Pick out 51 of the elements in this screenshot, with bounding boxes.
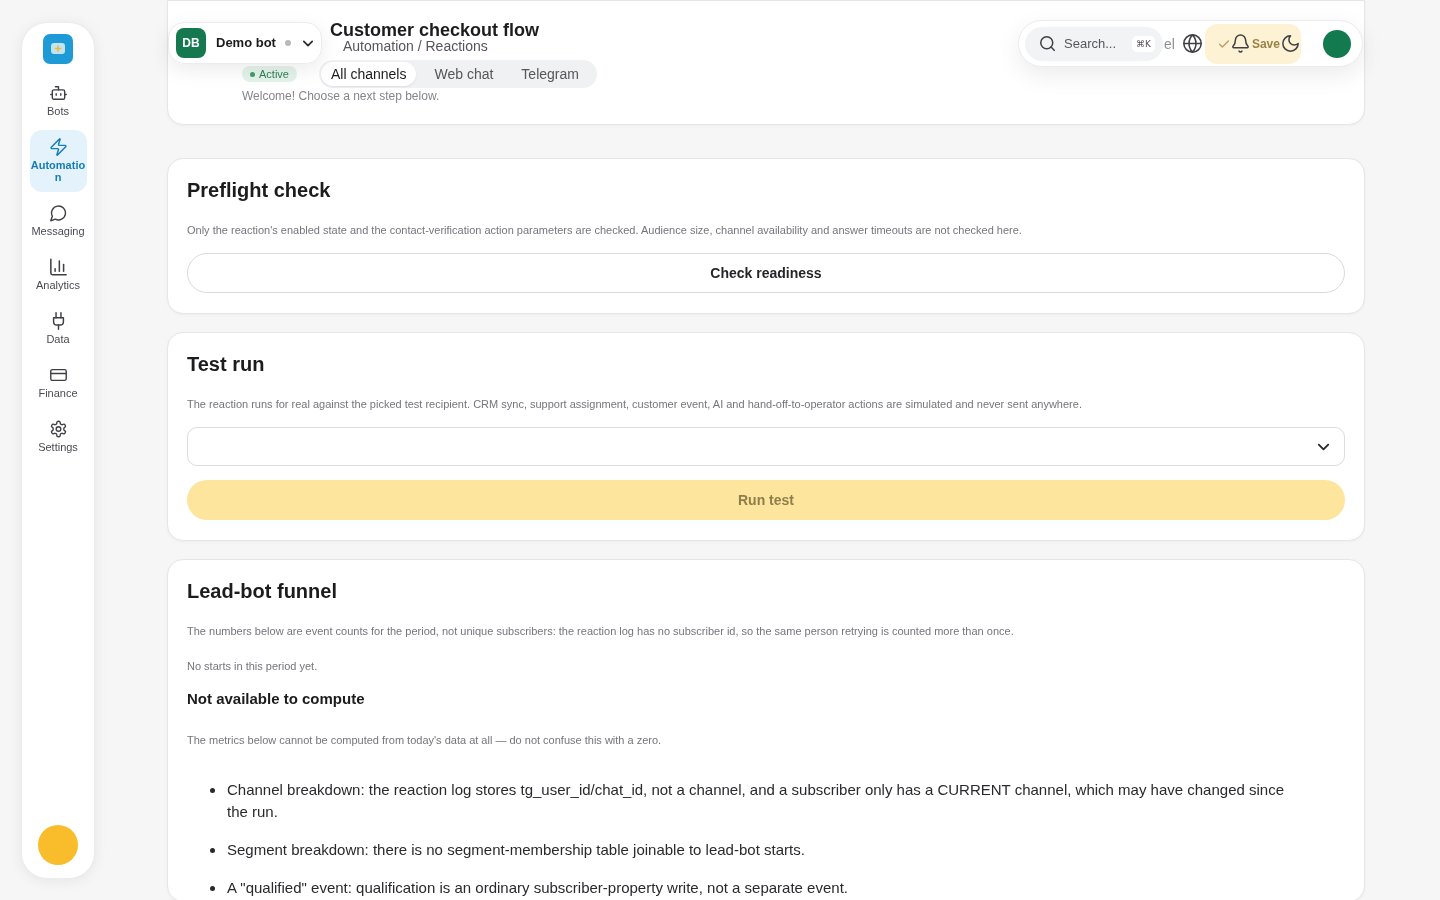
partial-label: el: [1164, 35, 1175, 52]
description-text: The reaction runs for real against the picked test recipient. CRM sync, support assignment, customer event, AI and hand-off-to-operator actions are simulated and never sent anywhere.: [187, 397, 1083, 412]
bullet-icon: [210, 848, 215, 853]
page-title: Customer checkout flow: [330, 21, 540, 39]
check-icon: [1218, 39, 1229, 48]
sidebar-item[interactable]: Automation: [29, 130, 87, 192]
sidebar-item[interactable]: Finance: [29, 358, 87, 408]
action-button[interactable]: Check readiness: [187, 253, 1345, 293]
lightning-icon: [49, 138, 67, 156]
search-icon: [1040, 36, 1055, 51]
chevron-down-icon: [1318, 442, 1329, 451]
bullet-text: Segment breakdown: there is no segment-membership table joinable to lead-bot starts.: [227, 840, 805, 860]
bullet-icon: [210, 886, 215, 891]
description-text: The numbers below are event counts for the period, not unique subscribers: the reaction log has no subscriber id, so the same person retrying is counted more than once.: [187, 624, 1015, 639]
bot-avatar: DB: [176, 28, 206, 58]
settings-icon: [49, 420, 67, 438]
channel-tab[interactable]: Telegram: [511, 62, 589, 86]
user-avatar[interactable]: [1323, 29, 1351, 58]
card-title: Preflight check: [187, 178, 332, 202]
search-input[interactable]: Search...: [1064, 33, 1133, 54]
sidebar-item[interactable]: Data: [29, 304, 87, 354]
description-text: No starts in this period yet.: [187, 659, 319, 674]
channel-tab[interactable]: Web chat: [424, 62, 504, 86]
bullet-text: A "qualified" event: qualification is an ordinary subscriber-property write, not a separate event.: [227, 878, 848, 898]
globe-icon[interactable]: [1182, 34, 1202, 53]
welcome-text: Welcome! Choose a next step below.: [242, 88, 440, 104]
bullet-icon: [210, 788, 215, 793]
sidebar-item[interactable]: Messaging: [29, 196, 87, 246]
chevron-down-icon: [302, 39, 313, 47]
robot-icon: [49, 84, 67, 102]
card-title: Lead-bot funnel: [187, 579, 338, 603]
description-text: Only the reaction's enabled state and the contact-verification action parameters are checked. Audience size, channel availability and answer timeouts are not checked here.: [187, 223, 1023, 238]
bot-switcher[interactable]: DB Demo bot: [168, 22, 322, 64]
search-field[interactable]: Search... ⌘K: [1025, 26, 1163, 61]
description-text: The metrics below cannot be computed from today's data at all — do not confuse this with a zero.: [187, 733, 663, 748]
bell-icon[interactable]: [1231, 34, 1249, 53]
moon-icon[interactable]: [1281, 35, 1299, 52]
bar-chart-icon: [49, 258, 67, 276]
status-text: Active: [259, 68, 289, 80]
shortcut-hint: ⌘K: [1132, 35, 1155, 52]
section-subheading: Not available to compute: [187, 689, 366, 709]
card-title: Test run: [187, 352, 266, 376]
bullet-text: Channel breakdown: the reaction log stores tg_user_id/chat_id, not a channel, and a subscriber only has a CURRENT channel, which may have changed since the run.: [227, 780, 1285, 822]
breadcrumb: Automation / Reactions: [343, 39, 488, 53]
logo-icon[interactable]: [43, 34, 73, 64]
speech-bubble-icon: [49, 204, 67, 222]
sidebar-item[interactable]: Bots: [29, 76, 87, 126]
sidebar-item[interactable]: Settings: [29, 412, 87, 462]
channel-tab[interactable]: All channels: [320, 62, 417, 86]
sidebar-item[interactable]: Analytics: [29, 250, 87, 300]
credit-card-icon: [49, 366, 67, 384]
